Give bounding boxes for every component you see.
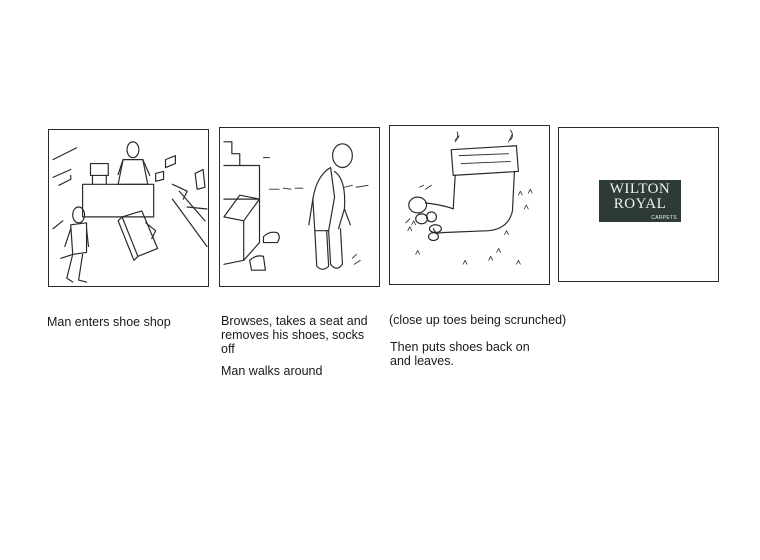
storyboard-panel-1 [48,129,209,287]
wilton-royal-logo: WILTON ROYAL CARPETS [599,180,681,222]
man-removing-shoes-sketch [223,141,369,271]
storyboard-panel-4: WILTON ROYAL CARPETS [558,127,719,282]
logo-line-3: CARPETS [651,215,677,221]
panel-2-caption: Browses, takes a seat and removes his sh… [221,314,368,356]
storyboard-panel-2 [219,127,380,287]
panel-3-caption-secondary: Then puts shoes back on and leaves. [390,340,530,368]
logo-line-1: WILTON [609,181,671,197]
panel-3-caption: (close up toes being scrunched) [389,313,567,327]
shoe-shop-entrance-sketch [52,141,208,283]
panel-2-caption-secondary: Man walks around [221,364,323,378]
logo-line-2: ROYAL [613,196,667,212]
toes-closeup-sketch [405,129,533,265]
storyboard-panel-3 [389,125,550,285]
panel-1-caption: Man enters shoe shop [47,315,171,329]
